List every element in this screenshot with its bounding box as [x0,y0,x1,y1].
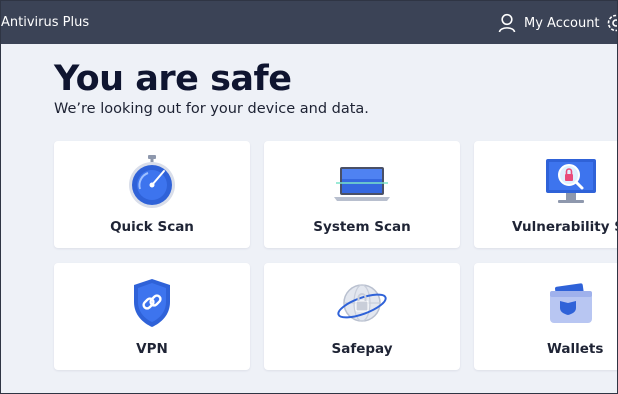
system-scan-card[interactable]: System Scan [264,141,460,248]
system-scan-label: System Scan [313,219,411,235]
stopwatch-icon [129,155,175,208]
my-account-label: My Account [524,15,600,31]
laptop-icon [334,167,390,201]
vpn-label: VPN [136,341,168,357]
app-window: Antivirus Plus My Account You are safe W… [0,0,618,394]
my-account-button[interactable]: My Account [498,12,600,34]
wallets-card[interactable]: Wallets [474,263,617,370]
app-title: Antivirus Plus [1,15,90,30]
user-icon [498,13,516,33]
gear-icon[interactable] [605,12,618,34]
wallets-label: Wallets [547,341,604,357]
vulnerability-scan-card[interactable]: Vulnerability Scan [474,141,617,248]
top-bar: Antivirus Plus My Account [1,1,617,44]
vpn-card[interactable]: VPN [54,263,250,370]
vulnerability-scan-label: Vulnerability Scan [512,219,617,235]
quick-scan-card[interactable]: Quick Scan [54,141,250,248]
protection-status-title: You are safe [54,59,292,99]
quick-scan-label: Quick Scan [110,219,194,235]
monitor-lock-icon [546,159,596,203]
protection-status-subtitle: We’re looking out for your device and da… [54,101,369,117]
safepay-label: Safepay [331,341,393,357]
safepay-card[interactable]: Safepay [264,263,460,370]
shield-link-icon [134,279,170,327]
globe-lock-icon [337,284,387,322]
wallet-icon [550,283,592,323]
